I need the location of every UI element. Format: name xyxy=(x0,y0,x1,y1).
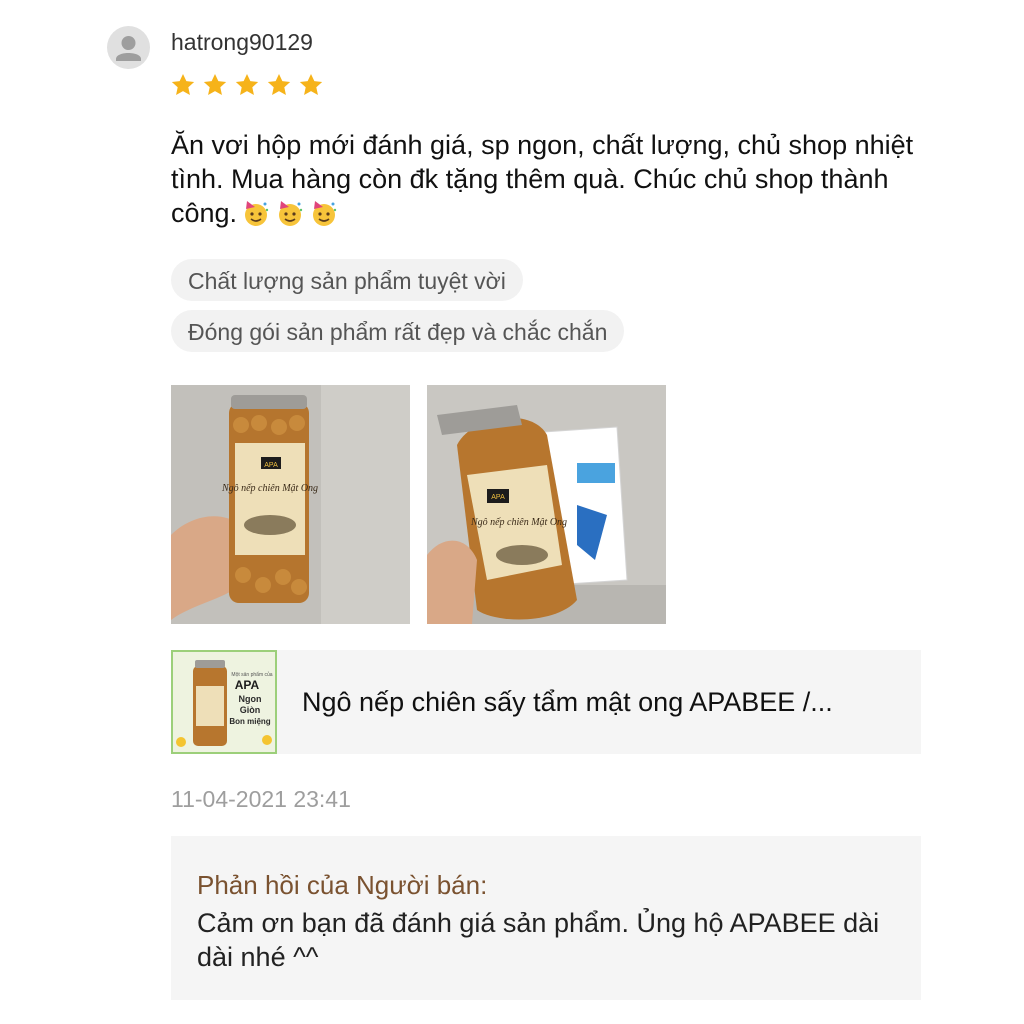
review-text: Ăn vơi hộp mới đánh giá, sp ngon, chất l… xyxy=(171,128,931,230)
thumb-line1: Ngon xyxy=(239,694,262,704)
reviewer-username: hatrong90129 xyxy=(171,29,313,55)
star-icon xyxy=(267,73,291,95)
product-photo-jar-in-hand: APA Ngô nếp chiên Mật Ong xyxy=(171,385,410,624)
product-thumbnail: Một sản phẩm của APA Ngon Giòn Bon miệng xyxy=(171,650,277,754)
party-face-emoji-icon xyxy=(245,201,269,226)
review-tag: Đóng gói sản phẩm rất đẹp và chắc chắn xyxy=(171,310,625,352)
thumb-small-text: Một sản phẩm của xyxy=(231,671,272,678)
product-thumbnail-image: Một sản phẩm của APA Ngon Giòn Bon miệng xyxy=(173,652,275,752)
seller-reply: Phản hồi của Người bán: Cảm ơn bạn đã đá… xyxy=(171,836,921,1000)
product-name: Ngô nếp chiên sấy tẩm mật ong APABEE /..… xyxy=(302,687,833,717)
star-icon xyxy=(171,73,195,95)
party-face-emoji-icon xyxy=(279,201,303,226)
party-face-emoji-icon xyxy=(313,201,337,226)
star-rating xyxy=(170,72,324,98)
jar-brand-label: APA xyxy=(264,462,278,469)
avatar[interactable] xyxy=(107,26,150,69)
review-tag: Chất lượng sản phẩm tuyệt vời xyxy=(171,259,523,301)
thumb-line2: Giòn xyxy=(240,705,261,715)
review-photo[interactable]: APA Ngô nếp chiên Mật Ong xyxy=(171,385,410,624)
jar-title: Ngô nếp chiên Mật Ong xyxy=(470,517,567,528)
jar-brand-label: APA xyxy=(491,494,505,501)
review-timestamp: 11-04-2021 23:41 xyxy=(171,786,351,812)
star-icon xyxy=(299,73,323,95)
jar-title: Ngô nếp chiên Mật Ong xyxy=(221,483,318,494)
thumb-brand: APA xyxy=(235,678,260,692)
user-icon xyxy=(116,36,141,61)
product-photo-jar-with-gift: APA Ngô nếp chiên Mật Ong xyxy=(427,385,666,624)
thumb-line3: Bon miệng xyxy=(229,717,270,726)
seller-reply-title: Phản hồi của Người bán: xyxy=(197,870,488,900)
product-link[interactable]: Một sản phẩm của APA Ngon Giòn Bon miệng… xyxy=(171,650,921,754)
review-photo[interactable]: APA Ngô nếp chiên Mật Ong xyxy=(427,385,666,624)
star-icon xyxy=(235,73,259,95)
star-icon xyxy=(203,73,227,95)
seller-reply-text: Cảm ơn bạn đã đánh giá sản phẩm. Ủng hộ … xyxy=(197,908,880,972)
